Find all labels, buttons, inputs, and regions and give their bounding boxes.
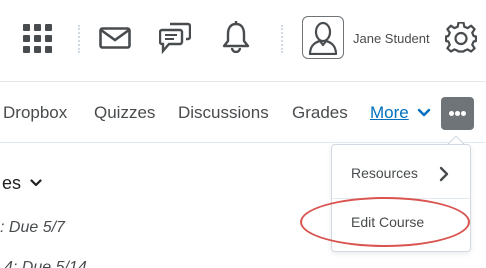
nav-item-grades[interactable]: Grades	[292, 103, 348, 123]
user-avatar-icon	[308, 21, 338, 55]
avatar[interactable]	[302, 16, 344, 59]
chevron-right-icon	[439, 166, 449, 182]
nav-item-quizzes[interactable]: Quizzes	[94, 103, 155, 123]
nav-item-dropbox[interactable]: Dropbox	[3, 103, 67, 123]
nav-more-link[interactable]: More	[370, 103, 409, 123]
ellipsis-icon	[449, 111, 454, 116]
chevron-down-icon[interactable]	[417, 108, 431, 118]
assignment-due-line: : Due 5/7	[0, 219, 65, 236]
header-divider	[78, 25, 80, 53]
gear-icon[interactable]	[445, 22, 477, 54]
ellipsis-icon	[461, 111, 466, 116]
chevron-down-icon[interactable]	[30, 179, 42, 188]
header-divider	[281, 25, 283, 53]
top-header: Jane Student	[0, 0, 486, 82]
chat-icon[interactable]	[159, 22, 191, 54]
nav-item-discussions[interactable]: Discussions	[178, 103, 269, 123]
menu-item-label: Resources	[351, 165, 418, 181]
course-navbar: Dropbox Quizzes Discussions Grades More	[0, 83, 486, 143]
user-name[interactable]: Jane Student	[353, 31, 430, 46]
ellipsis-icon	[455, 111, 460, 116]
mail-icon[interactable]	[99, 27, 131, 49]
more-options-button[interactable]	[441, 97, 474, 130]
menu-item-resources[interactable]: Resources	[332, 145, 470, 195]
bell-icon[interactable]	[222, 21, 250, 53]
apps-grid-icon[interactable]	[23, 24, 53, 54]
highlight-annotation	[300, 197, 470, 247]
section-heading[interactable]: es	[2, 173, 21, 194]
assignment-due-line: 4: Due 5/14	[4, 259, 87, 268]
